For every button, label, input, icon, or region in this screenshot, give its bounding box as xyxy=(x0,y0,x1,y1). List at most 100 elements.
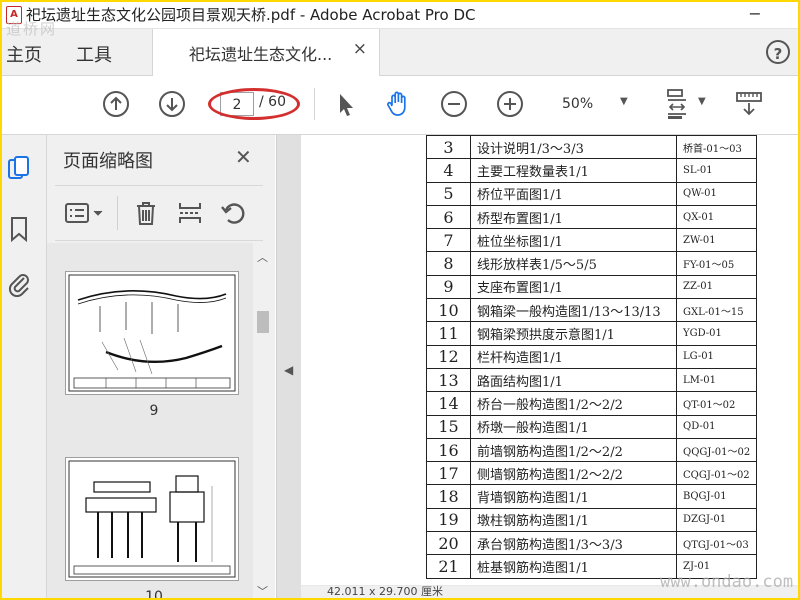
page-thumbnail[interactable] xyxy=(65,457,239,581)
table-row: 17 侧墙钢筋构造图1/2～2/2 CQGJ-01～02 xyxy=(426,461,758,486)
red-annotation-ellipse xyxy=(208,88,300,120)
drawing-code: BQGJ-01 xyxy=(675,484,758,509)
panel-title: 页面缩略图 xyxy=(63,151,153,172)
drawing-name: 线形放样表1/5～5/5 xyxy=(470,251,677,276)
row-number: 20 xyxy=(426,531,471,556)
table-row: 13 路面结构图1/1 LM-01 xyxy=(426,367,758,393)
drawing-code: QX-01 xyxy=(675,204,758,230)
thumbnail-toolbar xyxy=(55,185,263,241)
drawing-code: QW-01 xyxy=(675,181,758,206)
drawing-name: 支座布置图1/1 xyxy=(470,274,677,300)
drawing-code: LM-01 xyxy=(675,367,758,393)
rotate-page-icon[interactable] xyxy=(219,198,249,228)
next-page-icon[interactable] xyxy=(158,90,186,118)
page-thumbnails-icon[interactable] xyxy=(6,155,32,183)
panel-collapse-strip[interactable]: ◀ xyxy=(276,135,301,598)
close-panel-icon[interactable]: ✕ xyxy=(235,145,252,169)
collapse-panel-icon[interactable]: ◀ xyxy=(284,363,293,377)
tab-document-label: 祀坛遗址生态文化... xyxy=(189,45,333,64)
drawing-code: QQGJ-01～02 xyxy=(675,437,758,463)
bookmarks-icon[interactable] xyxy=(6,215,32,243)
row-number: 10 xyxy=(426,298,471,323)
drawing-name: 承台钢筋构造图1/3～3/3 xyxy=(470,531,677,556)
row-number: 7 xyxy=(426,228,471,253)
thumbnail-panel: 页面缩略图 ✕ 9 10 ︿ ﹀ xyxy=(47,135,275,598)
insert-page-icon[interactable] xyxy=(175,198,205,228)
page-fit-icon[interactable] xyxy=(664,88,694,120)
drawing-list-table: 3 设计说明1/3～3/3 桥首-01～03 4 主要工程数量表1/1 SL-01 5 桥位平… xyxy=(426,135,758,579)
drawing-name: 桥位平面图1/1 xyxy=(470,181,677,206)
watermark-top: 道桥网 xyxy=(6,20,58,38)
table-row: 10 钢箱梁一般构造图1/13～13/13 GXL-01～15 xyxy=(426,298,758,323)
row-number: 8 xyxy=(426,251,471,276)
select-cursor-icon[interactable] xyxy=(332,90,360,118)
toolbar-divider xyxy=(314,88,315,120)
table-row: 19 墩柱钢筋构造图1/1 DZGJ-01 xyxy=(426,507,758,533)
row-number: 11 xyxy=(426,321,471,346)
scrollbar-thumb[interactable] xyxy=(257,311,269,333)
table-row: 4 主要工程数量表1/1 SL-01 xyxy=(426,158,758,183)
scroll-down-icon[interactable]: ﹀ xyxy=(257,583,268,598)
document-view: 3 设计说明1/3～3/3 桥首-01～03 4 主要工程数量表1/1 SL-01 5 桥位平… xyxy=(301,135,798,598)
options-menu-icon[interactable] xyxy=(63,198,107,228)
zoom-dropdown-icon[interactable]: ▼ xyxy=(620,96,628,107)
delete-page-icon[interactable] xyxy=(131,198,161,228)
drawing-name: 钢箱梁预拱度示意图1/1 xyxy=(470,321,677,346)
tab-tools[interactable]: 工具 xyxy=(76,41,112,67)
table-row: 20 承台钢筋构造图1/3～3/3 QTGJ-01～03 xyxy=(426,531,758,556)
table-row: 16 前墙钢筋构造图1/2～2/2 QQGJ-01～02 xyxy=(426,437,758,463)
close-tab-icon[interactable]: × xyxy=(353,39,367,59)
table-row: 6 桥型布置图1/1 QX-01 xyxy=(426,204,758,230)
drawing-name: 桥墩一般构造图1/1 xyxy=(470,414,677,439)
drawing-name: 桥型布置图1/1 xyxy=(470,204,677,230)
row-number: 9 xyxy=(426,274,471,300)
row-number: 17 xyxy=(426,461,471,486)
drawing-code: ZZ-01 xyxy=(675,274,758,300)
table-row: 3 设计说明1/3～3/3 桥首-01～03 xyxy=(426,135,758,160)
drawing-code: QT-01～02 xyxy=(675,391,758,416)
window-title: 祀坛遗址生态文化公园项目景观天桥.pdf - Adobe Acrobat Pro… xyxy=(26,6,476,24)
acrobat-window: A 祀坛遗址生态文化公园项目景观天桥.pdf - Adobe Acrobat P… xyxy=(2,2,798,598)
help-icon[interactable]: ? xyxy=(766,40,790,64)
row-number: 4 xyxy=(426,158,471,183)
hand-tool-icon[interactable] xyxy=(384,90,412,118)
table-row: 8 线形放样表1/5～5/5 FY-01～05 xyxy=(426,251,758,276)
table-row: 7 桩位坐标图1/1 ZW-01 xyxy=(426,228,758,253)
drawing-code: ZW-01 xyxy=(675,228,758,253)
scroll-up-icon[interactable]: ︿ xyxy=(257,249,268,265)
minimize-icon[interactable]: − xyxy=(740,2,770,28)
drawing-code: QD-01 xyxy=(675,414,758,439)
attachments-icon[interactable] xyxy=(6,269,32,297)
pdf-page: 3 设计说明1/3～3/3 桥首-01～03 4 主要工程数量表1/1 SL-01 5 桥位平… xyxy=(301,135,798,585)
panel-divider xyxy=(117,196,118,230)
row-number: 14 xyxy=(426,391,471,416)
scrolling-mode-icon[interactable] xyxy=(734,90,764,118)
tab-home[interactable]: 主页 xyxy=(6,41,42,67)
table-row: 11 钢箱梁预拱度示意图1/1 YGD-01 xyxy=(426,321,758,346)
tab-document[interactable]: 祀坛遗址生态文化... × xyxy=(152,29,380,76)
drawing-name: 路面结构图1/1 xyxy=(470,367,677,393)
drawing-code: SL-01 xyxy=(675,158,758,183)
row-number: 3 xyxy=(426,135,471,160)
toolbar: 2 / 60 50% ▼ ▼ xyxy=(2,76,798,135)
drawing-name: 背墙钢筋构造图1/1 xyxy=(470,484,677,509)
previous-page-icon[interactable] xyxy=(102,90,130,118)
drawing-name: 墩柱钢筋构造图1/1 xyxy=(470,507,677,533)
fit-dropdown-icon[interactable]: ▼ xyxy=(698,96,706,107)
row-number: 13 xyxy=(426,367,471,393)
zoom-level[interactable]: 50% xyxy=(562,96,593,112)
drawing-name: 设计说明1/3～3/3 xyxy=(470,135,677,160)
drawing-name: 前墙钢筋构造图1/2～2/2 xyxy=(470,437,677,463)
table-row: 12 栏杆构造图1/1 LG-01 xyxy=(426,344,758,369)
row-number: 5 xyxy=(426,181,471,206)
page-thumbnail[interactable] xyxy=(65,271,239,395)
drawing-name: 侧墙钢筋构造图1/2～2/2 xyxy=(470,461,677,486)
drawing-code: 桥首-01～03 xyxy=(675,135,758,160)
tab-bar: 主页 工具 祀坛遗址生态文化... × ? xyxy=(2,29,798,76)
zoom-in-icon[interactable] xyxy=(496,90,524,118)
watermark-bottom: www.ondao.com xyxy=(660,572,794,592)
thumbnail-scrollbar[interactable]: ︿ ﹀ xyxy=(253,243,273,598)
table-row: 18 背墙钢筋构造图1/1 BQGJ-01 xyxy=(426,484,758,509)
zoom-out-icon[interactable] xyxy=(440,90,468,118)
title-bar: A 祀坛遗址生态文化公园项目景观天桥.pdf - Adobe Acrobat P… xyxy=(2,2,798,29)
